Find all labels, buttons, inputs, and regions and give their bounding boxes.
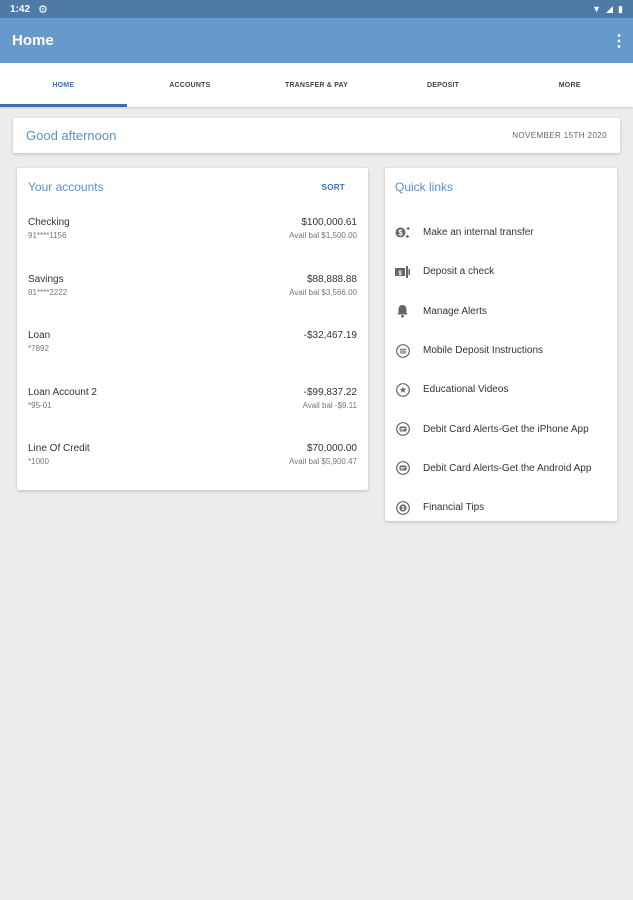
- app-bar: Home ⋮: [0, 18, 633, 63]
- account-number: *7892: [28, 344, 49, 353]
- status-bar: 1:42 ⚙ ▼ ▮: [0, 0, 633, 18]
- quick-link-deposit-check[interactable]: $ Deposit a check: [395, 252, 607, 291]
- account-name: Savings: [28, 273, 64, 285]
- overflow-menu-icon[interactable]: ⋮: [611, 31, 627, 51]
- settings-gear-icon: ⚙: [38, 3, 48, 16]
- account-available-balance: Avail bal $3,566.00: [289, 287, 357, 297]
- account-name: Loan: [28, 330, 51, 341]
- account-number: 81****2222: [28, 287, 68, 297]
- tab-accounts[interactable]: ACCOUNTS: [127, 63, 254, 107]
- quick-link-label: Financial Tips: [423, 502, 485, 514]
- account-row[interactable]: Loan Account 2 *95-01 -$99,837.22 Avail …: [28, 386, 357, 443]
- signal-icon: [606, 5, 614, 13]
- quick-links-title: Quick links: [395, 180, 454, 194]
- account-row[interactable]: Loan *7892 -$32,467.19: [28, 329, 357, 386]
- quick-link-label: Make an internal transfer: [423, 227, 534, 239]
- account-available-balance: Avail bal $5,900.47: [289, 457, 357, 466]
- transfer-icon: $: [395, 225, 410, 240]
- account-row[interactable]: Line Of Credit *1000 $70,000.00 Avail ba…: [28, 442, 357, 499]
- tab-transfer-pay[interactable]: TRANSFER & PAY: [253, 63, 380, 107]
- quick-link-label: Debit Card Alerts-Get the iPhone App: [423, 423, 589, 435]
- bell-icon: [395, 304, 410, 319]
- chat-icon: [395, 422, 410, 437]
- account-row[interactable]: Checking 91****1156 $100,000.61 Avail ba…: [28, 216, 357, 273]
- account-balance: $88,888.88: [306, 273, 357, 285]
- sort-button[interactable]: SORT: [322, 183, 345, 192]
- quick-link-label: Manage Alerts: [423, 305, 487, 317]
- current-date: NOVEMBER 15TH 2020: [512, 131, 607, 140]
- quick-links-card: Quick links $ Make an internal transfer …: [385, 168, 617, 521]
- greeting-card: Good afternoon NOVEMBER 15TH 2020: [13, 118, 620, 153]
- account-row[interactable]: Savings 81****2222 $88,888.88 Avail bal …: [28, 273, 357, 330]
- quick-link-manage-alerts[interactable]: Manage Alerts: [395, 292, 607, 331]
- account-available-balance: Avail bal -$9.11: [302, 400, 357, 410]
- account-balance: -$99,837.22: [303, 386, 357, 398]
- account-name: Line Of Credit: [28, 443, 90, 454]
- account-balance: -$32,467.19: [303, 330, 357, 341]
- quick-link-internal-transfer[interactable]: $ Make an internal transfer: [395, 213, 607, 252]
- tab-bar: HOME ACCOUNTS TRANSFER & PAY DEPOSIT MOR…: [0, 63, 633, 107]
- quick-link-mobile-deposit-instructions[interactable]: Mobile Deposit Instructions: [395, 331, 607, 370]
- account-available-balance: Avail bal $1,500.00: [289, 231, 357, 240]
- account-balance: $100,000.61: [301, 217, 357, 228]
- quick-link-financial-tips[interactable]: $ Financial Tips: [395, 488, 607, 527]
- tab-more[interactable]: MORE: [506, 63, 633, 107]
- battery-icon: ▮: [618, 3, 623, 14]
- chat-icon: [395, 461, 410, 476]
- quick-link-android-app[interactable]: Debit Card Alerts-Get the Android App: [395, 449, 607, 488]
- quick-link-label: Debit Card Alerts-Get the Android App: [423, 462, 592, 474]
- status-icons: ▼ ▮: [592, 4, 623, 15]
- account-number: *95-01: [28, 400, 52, 410]
- account-number: *1000: [28, 457, 49, 466]
- document-icon: [395, 343, 410, 358]
- tab-deposit[interactable]: DEPOSIT: [380, 63, 507, 107]
- quick-link-educational-videos[interactable]: Educational Videos: [395, 370, 607, 409]
- wifi-icon: ▼: [592, 4, 602, 14]
- svg-text:$: $: [398, 229, 403, 238]
- svg-text:$: $: [401, 506, 404, 512]
- status-time: 1:42: [10, 3, 31, 15]
- quick-link-label: Mobile Deposit Instructions: [423, 345, 544, 357]
- quick-link-iphone-app[interactable]: Debit Card Alerts-Get the iPhone App: [395, 409, 607, 448]
- page-title: Home: [12, 32, 54, 49]
- account-name: Loan Account 2: [28, 386, 97, 398]
- deposit-check-icon: $: [395, 264, 410, 279]
- accounts-title: Your accounts: [28, 180, 104, 194]
- greeting-text: Good afternoon: [26, 128, 117, 143]
- accounts-card: Your accounts SORT Checking 91****1156 $…: [17, 168, 368, 490]
- quick-link-label: Educational Videos: [423, 384, 509, 396]
- info-icon: $: [395, 500, 410, 515]
- account-name: Checking: [28, 217, 70, 228]
- account-balance: $70,000.00: [306, 443, 357, 454]
- tab-home[interactable]: HOME: [0, 63, 127, 107]
- quick-links-header: Quick links: [395, 180, 607, 194]
- account-number: 91****1156: [28, 231, 67, 240]
- quick-link-label: Deposit a check: [423, 266, 495, 278]
- accounts-header: Your accounts SORT: [28, 180, 357, 194]
- star-icon: [395, 382, 410, 397]
